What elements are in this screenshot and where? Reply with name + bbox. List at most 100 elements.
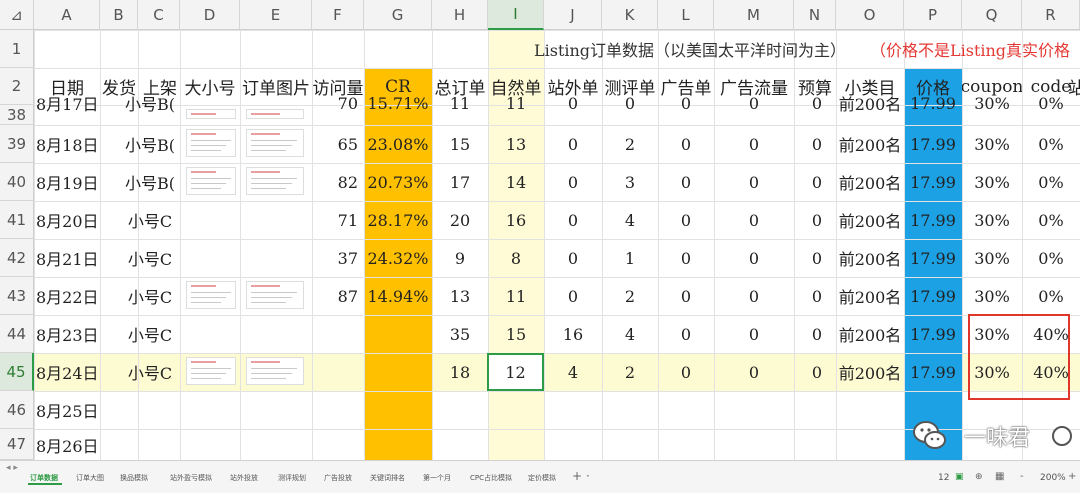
cell-total[interactable] bbox=[432, 429, 488, 460]
cell-ad[interactable]: 0 bbox=[658, 277, 714, 315]
column-header-a[interactable]: A bbox=[34, 0, 100, 30]
cell-visits[interactable]: 70 bbox=[312, 93, 358, 113]
cell-budget[interactable]: 0 bbox=[794, 93, 822, 113]
order-thumbnail[interactable] bbox=[186, 167, 236, 195]
cell-cr[interactable]: 14.94% bbox=[364, 277, 432, 315]
cell-budget[interactable] bbox=[794, 429, 822, 460]
cell-ad[interactable]: 0 bbox=[658, 163, 714, 201]
cell-date[interactable]: 8月23日 bbox=[36, 315, 100, 353]
sheet-tab-10[interactable]: 定价模拟 bbox=[528, 473, 556, 483]
cell-budget[interactable] bbox=[794, 391, 822, 429]
cell-offsite[interactable]: 0 bbox=[544, 125, 602, 163]
cell-cat[interactable]: 前200名 bbox=[836, 277, 904, 315]
cell-visits[interactable]: 71 bbox=[312, 201, 358, 239]
cell-date[interactable]: 8月18日 bbox=[36, 125, 100, 163]
order-thumbnail[interactable] bbox=[246, 281, 304, 309]
row-header[interactable]: 39 bbox=[0, 125, 34, 163]
column-header-c[interactable]: C bbox=[138, 0, 180, 30]
selected-cell-i45[interactable]: 12 bbox=[487, 353, 544, 391]
more-sheets-button[interactable]: · bbox=[586, 469, 590, 483]
cell-adflow[interactable] bbox=[714, 391, 794, 429]
cell-review[interactable] bbox=[602, 429, 658, 460]
cell-adflow[interactable]: 0 bbox=[714, 163, 794, 201]
cell-total[interactable]: 18 bbox=[432, 353, 488, 391]
cell-visits[interactable]: 65 bbox=[312, 125, 358, 163]
row-header[interactable]: 44 bbox=[0, 315, 34, 353]
cell-date[interactable]: 8月17日 bbox=[36, 93, 100, 113]
cell-price[interactable]: 17.99 bbox=[904, 315, 962, 353]
sheet-tab-3[interactable]: 站外盈亏模拟 bbox=[170, 473, 212, 483]
cell-cat[interactable] bbox=[836, 391, 904, 429]
sheet-tab-8[interactable]: 第一个月 bbox=[423, 473, 451, 483]
column-header-n[interactable]: N bbox=[794, 0, 836, 30]
order-thumbnail[interactable] bbox=[246, 167, 304, 195]
column-header-r[interactable]: R bbox=[1022, 0, 1080, 30]
cell-review[interactable]: 4 bbox=[602, 201, 658, 239]
column-header-p[interactable]: P bbox=[904, 0, 962, 30]
cell-budget[interactable]: 0 bbox=[794, 201, 822, 239]
cell-date[interactable]: 8月19日 bbox=[36, 163, 100, 201]
cell-account[interactable]: 小号B( bbox=[118, 125, 182, 163]
cell-price[interactable]: 17.99 bbox=[904, 277, 962, 315]
row-header[interactable]: 41 bbox=[0, 201, 34, 239]
cell-price[interactable]: 17.99 bbox=[904, 93, 962, 113]
column-header-i[interactable]: I bbox=[488, 0, 544, 30]
cell-coupon[interactable]: 30% bbox=[962, 277, 1022, 315]
sheet-tab-7[interactable]: 关键词排名 bbox=[370, 473, 405, 483]
order-thumbnail[interactable] bbox=[186, 357, 236, 385]
cell-account[interactable]: 小号C bbox=[118, 315, 182, 353]
cell-visits[interactable] bbox=[312, 353, 358, 391]
row-header[interactable]: 40 bbox=[0, 163, 34, 201]
cell-cr[interactable]: 15.71% bbox=[364, 93, 432, 113]
order-thumbnail[interactable] bbox=[246, 357, 304, 385]
cell-adflow[interactable]: 0 bbox=[714, 93, 794, 113]
cell-offsite[interactable]: 0 bbox=[544, 277, 602, 315]
cell-cat[interactable]: 前200名 bbox=[836, 353, 904, 391]
cell-price[interactable]: 17.99 bbox=[904, 163, 962, 201]
cell-total[interactable]: 11 bbox=[432, 93, 488, 113]
cell-total[interactable]: 17 bbox=[432, 163, 488, 201]
cell-adflow[interactable] bbox=[714, 429, 794, 460]
cell-review[interactable]: 3 bbox=[602, 163, 658, 201]
cell-price[interactable]: 17.99 bbox=[904, 239, 962, 277]
cell-price[interactable]: 17.99 bbox=[904, 353, 962, 391]
cell-natural[interactable]: 11 bbox=[488, 277, 544, 315]
cell-offsite[interactable]: 16 bbox=[544, 315, 602, 353]
cell-code[interactable]: 0% bbox=[1022, 277, 1080, 315]
cell-code[interactable]: 0% bbox=[1022, 239, 1080, 277]
order-thumbnail[interactable] bbox=[186, 129, 236, 157]
cell-coupon[interactable]: 30% bbox=[962, 93, 1022, 113]
cell-code[interactable]: 0% bbox=[1022, 93, 1080, 113]
order-thumbnail[interactable] bbox=[246, 109, 304, 119]
sheet-tab-9[interactable]: CPC占比模拟 bbox=[470, 473, 512, 483]
cell-natural[interactable]: 14 bbox=[488, 163, 544, 201]
cell-date[interactable]: 8月26日 bbox=[36, 429, 100, 460]
cell-cr[interactable] bbox=[364, 429, 432, 460]
cell-adflow[interactable]: 0 bbox=[714, 201, 794, 239]
cell-visits[interactable] bbox=[312, 429, 358, 460]
cell-coupon[interactable]: 30% bbox=[962, 239, 1022, 277]
cell-review[interactable]: 1 bbox=[602, 239, 658, 277]
row-header[interactable]: 1 bbox=[0, 30, 34, 68]
sheet-tab-5[interactable]: 测评规划 bbox=[278, 473, 306, 483]
cell-offsite[interactable]: 0 bbox=[544, 163, 602, 201]
cell-adflow[interactable]: 0 bbox=[714, 277, 794, 315]
cell-cat[interactable]: 前200名 bbox=[836, 201, 904, 239]
sheet-tab-2[interactable]: 换品模拟 bbox=[120, 473, 148, 483]
cell-offsite[interactable]: 0 bbox=[544, 201, 602, 239]
column-header-e[interactable]: E bbox=[240, 0, 312, 30]
cell-ad[interactable] bbox=[658, 391, 714, 429]
cell-total[interactable]: 13 bbox=[432, 277, 488, 315]
cell-account[interactable] bbox=[118, 429, 182, 460]
cell-budget[interactable]: 0 bbox=[794, 125, 822, 163]
cell-date[interactable]: 8月20日 bbox=[36, 201, 100, 239]
cell-ad[interactable]: 0 bbox=[658, 315, 714, 353]
column-header-b[interactable]: B bbox=[100, 0, 138, 30]
cell-price[interactable]: 17.99 bbox=[904, 201, 962, 239]
sheet-tab-4[interactable]: 站外投放 bbox=[230, 473, 258, 483]
cell-budget[interactable]: 0 bbox=[794, 277, 822, 315]
order-thumbnail[interactable] bbox=[186, 281, 236, 309]
cell-visits[interactable]: 37 bbox=[312, 239, 358, 277]
cell-coupon[interactable]: 30% bbox=[962, 201, 1022, 239]
row-header[interactable]: 47 bbox=[0, 429, 34, 460]
